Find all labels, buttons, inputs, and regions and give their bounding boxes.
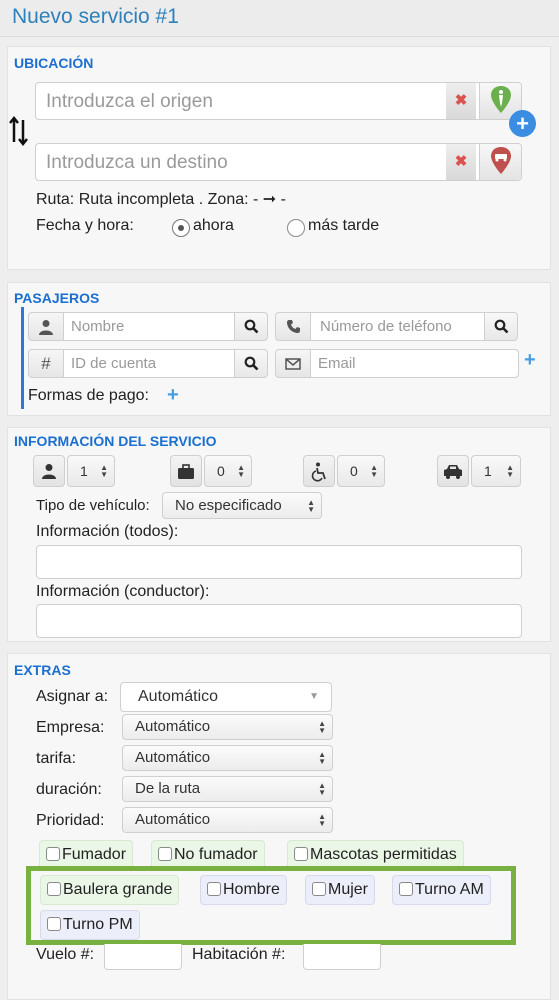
envelope-icon xyxy=(275,349,311,378)
account-id-input[interactable]: ID de cuenta xyxy=(63,349,235,378)
assign-label: Asignar a: xyxy=(36,688,109,705)
checkbox-icon xyxy=(207,882,221,896)
radio-now[interactable] xyxy=(172,219,190,237)
checkbox-icon xyxy=(399,882,413,896)
duration-label: duración: xyxy=(36,781,102,798)
chevron-down-icon: ▼ xyxy=(309,691,319,702)
flight-label: Vuelo #: xyxy=(36,946,95,963)
user-icon xyxy=(28,312,64,341)
option-hombre[interactable]: Hombre xyxy=(200,875,287,905)
clear-destination-icon[interactable]: ✖ xyxy=(446,144,476,180)
destination-pin-icon xyxy=(491,147,511,174)
phone-input[interactable]: Número de teléfono xyxy=(310,312,485,341)
payment-label: Formas de pago: xyxy=(28,387,149,404)
clear-origin-icon[interactable]: ✖ xyxy=(446,83,476,119)
destination-pin-button[interactable] xyxy=(479,144,521,180)
destination-input[interactable]: Introduzca un destino ✖ xyxy=(35,143,522,181)
search-icon xyxy=(494,319,508,334)
vehicle-type-label: Tipo de vehículo: xyxy=(36,497,150,514)
route-info: Ruta: Ruta incompleta . Zona: - ➞ - xyxy=(36,191,286,208)
fare-label: tarifa: xyxy=(36,750,77,767)
info-driver-label: Información (conductor): xyxy=(36,583,210,600)
room-label: Habitación #: xyxy=(192,946,286,963)
checkbox-icon xyxy=(47,882,61,896)
search-icon xyxy=(244,356,258,371)
search-account-button[interactable] xyxy=(234,349,268,378)
ubicacion-title: UBICACIÓN xyxy=(14,55,94,71)
room-input[interactable] xyxy=(303,944,381,970)
car-icon xyxy=(437,455,469,487)
datetime-label: Fecha y hora: xyxy=(36,217,134,234)
duration-select[interactable]: De la ruta ▲ ▼ xyxy=(122,776,333,802)
info-driver-input[interactable] xyxy=(36,604,522,638)
wheelchair-count-select[interactable]: 0 ▲ ▼ xyxy=(337,455,385,487)
option-turno-am[interactable]: Turno AM xyxy=(392,875,491,905)
checkbox-icon xyxy=(158,847,172,861)
extras-title: EXTRAS xyxy=(14,662,71,678)
option-turno-pm[interactable]: Turno PM xyxy=(40,910,140,940)
origin-placeholder: Introduzca el origen xyxy=(46,91,213,112)
wheelchair-icon xyxy=(303,455,335,487)
vehicle-count-select[interactable]: 1 ▲ ▼ xyxy=(471,455,521,487)
radio-later-label[interactable]: más tarde xyxy=(308,217,379,235)
hash-icon: # xyxy=(28,349,64,378)
info-all-label: Información (todos): xyxy=(36,523,179,540)
radio-later[interactable] xyxy=(287,219,305,237)
luggage-count-select[interactable]: 0 ▲ ▼ xyxy=(204,455,252,487)
vehicle-type-select[interactable]: No especificado ▲ ▼ xyxy=(162,492,322,519)
pasajero-marker xyxy=(21,307,24,409)
arrow-right-icon: ➞ xyxy=(262,191,277,208)
checkbox-icon xyxy=(46,847,60,861)
search-phone-button[interactable] xyxy=(484,312,518,341)
search-icon xyxy=(244,319,258,334)
checkbox-icon xyxy=(312,882,326,896)
radio-now-label[interactable]: ahora xyxy=(193,217,234,235)
company-label: Empresa: xyxy=(36,719,105,736)
checkbox-icon xyxy=(294,847,308,861)
priority-select[interactable]: Automático ▲ ▼ xyxy=(122,807,333,833)
luggage-icon xyxy=(170,455,202,487)
add-stop-icon[interactable]: + xyxy=(509,110,536,137)
phone-icon xyxy=(275,312,311,341)
servicio-title: INFORMACIÓN DEL SERVICIO xyxy=(14,433,217,449)
option-mujer[interactable]: Mujer xyxy=(305,875,376,905)
origin-input[interactable]: Introduzca el origen ✖ xyxy=(35,82,522,120)
priority-label: Prioridad: xyxy=(36,812,105,829)
destination-placeholder: Introduzca un destino xyxy=(46,152,228,173)
option-baulera[interactable]: Baulera grande xyxy=(40,875,180,905)
checkbox-icon xyxy=(47,917,61,931)
assign-select[interactable]: Automático ▼ xyxy=(120,682,332,712)
fare-select[interactable]: Automático ▲ ▼ xyxy=(122,745,333,771)
people-icon xyxy=(33,455,65,487)
people-count-select[interactable]: 1 ▲ ▼ xyxy=(67,455,115,487)
pasajeros-title: PASAJEROS xyxy=(14,290,100,306)
add-passenger-icon[interactable]: + xyxy=(524,349,536,372)
company-select[interactable]: Automático ▲ ▼ xyxy=(122,714,333,740)
page-title: Nuevo servicio #1 xyxy=(12,5,179,28)
swap-icon[interactable] xyxy=(8,115,30,147)
add-payment-icon[interactable]: + xyxy=(167,384,179,407)
search-name-button[interactable] xyxy=(234,312,268,341)
info-all-input[interactable] xyxy=(36,545,522,579)
name-input[interactable]: Nombre xyxy=(63,312,235,341)
flight-input[interactable] xyxy=(104,944,182,970)
email-input[interactable]: Email xyxy=(310,349,519,378)
